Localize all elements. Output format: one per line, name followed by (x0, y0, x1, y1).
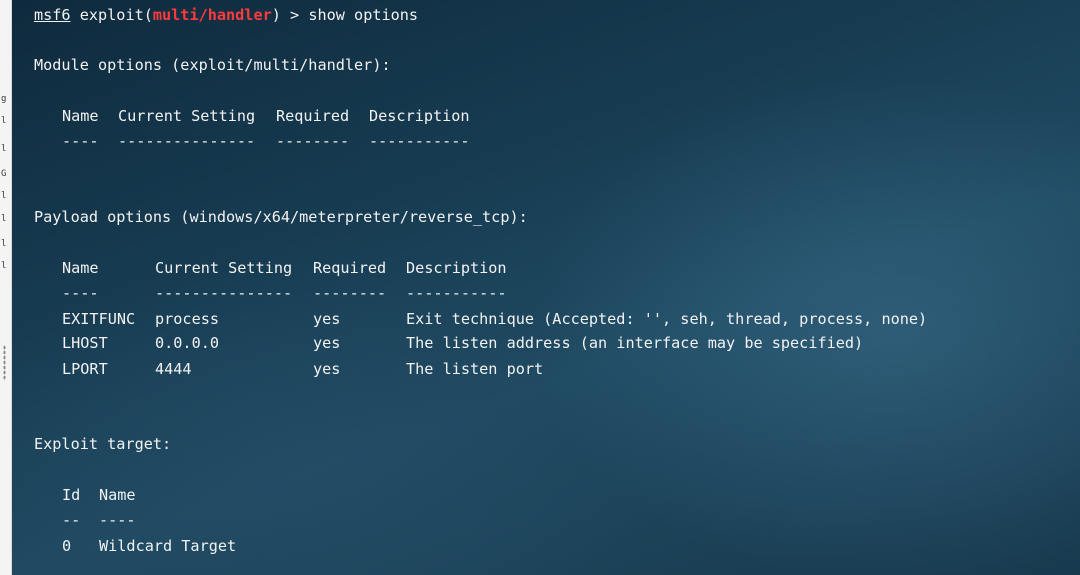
resize-grip-icon[interactable] (3, 345, 6, 381)
column-header-description: Description (406, 259, 507, 277)
edge-glyph: l (1, 191, 7, 201)
column-header-description: Description (369, 107, 470, 125)
edge-glyph: l (1, 239, 7, 249)
column-divider: --------------- (118, 132, 256, 150)
exploit-prefix: exploit( (70, 6, 153, 24)
edge-glyph: l (1, 261, 7, 271)
column-divider: ----------- (406, 284, 507, 302)
exploit-target-heading: Exploit target: (34, 435, 172, 453)
column-divider: ---- (62, 132, 99, 150)
target-name: Wildcard Target (99, 537, 237, 555)
entered-command: show options (308, 6, 419, 24)
column-divider: ---- (99, 511, 136, 529)
edge-glyph: g (1, 94, 7, 104)
column-header-current-setting: Current Setting (155, 259, 293, 277)
payload-options-heading: Payload options (windows/x64/meterpreter… (34, 208, 528, 226)
column-divider: ----------- (369, 132, 470, 150)
column-header-current-setting: Current Setting (118, 107, 256, 125)
screenshot-frame: g l l G l l l l msf6 exploit(multi/handl… (0, 0, 1080, 575)
column-header-id: Id (62, 486, 81, 504)
edge-glyph: G (1, 169, 7, 179)
target-id: 0 (62, 537, 72, 555)
command-prompt-line: msf6 exploit(multi/handler) > show optio… (34, 5, 418, 25)
option-current-setting: 4444 (155, 360, 192, 378)
module-options-heading: Module options (exploit/multi/handler): (34, 56, 391, 74)
terminal-window[interactable]: msf6 exploit(multi/handler) > show optio… (12, 0, 1080, 575)
column-divider: -------- (276, 132, 350, 150)
option-required: yes (313, 310, 341, 328)
column-divider: -------- (313, 284, 387, 302)
option-description: The listen port (406, 360, 544, 378)
column-header-name: Name (62, 259, 99, 277)
option-description: Exit technique (Accepted: '', seh, threa… (406, 310, 928, 328)
edge-glyph: l (1, 144, 7, 154)
option-name: LHOST (62, 334, 108, 352)
option-current-setting: process (155, 310, 220, 328)
option-name: LPORT (62, 360, 108, 378)
column-header-name: Name (62, 107, 99, 125)
column-divider: -- (62, 511, 81, 529)
option-required: yes (313, 360, 341, 378)
exploit-suffix: ) > (271, 6, 309, 24)
option-name: EXITFUNC (62, 310, 136, 328)
option-current-setting: 0.0.0.0 (155, 334, 220, 352)
column-header-name: Name (99, 486, 136, 504)
edge-glyph: l (1, 116, 7, 126)
msf-prompt-label: msf6 (34, 6, 71, 24)
column-divider: --------------- (155, 284, 293, 302)
option-required: yes (313, 334, 341, 352)
edge-glyph: l (1, 214, 7, 224)
column-divider: ---- (62, 284, 99, 302)
option-description: The listen address (an interface may be … (406, 334, 864, 352)
column-header-required: Required (276, 107, 350, 125)
column-header-required: Required (313, 259, 387, 277)
left-window-edge: g l l G l l l l (0, 0, 12, 575)
module-name: multi/handler (152, 6, 272, 24)
